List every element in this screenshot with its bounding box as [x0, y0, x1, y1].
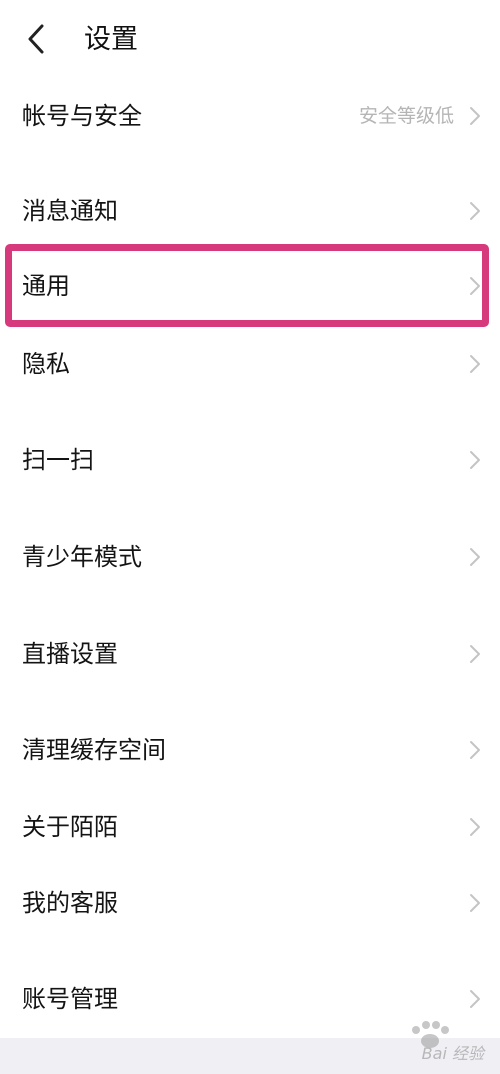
watermark: Bai 经验	[380, 1020, 484, 1066]
settings-row-account-security[interactable]: 帐号与安全 安全等级低	[0, 83, 500, 149]
row-label: 我的客服	[22, 889, 118, 917]
back-button[interactable]	[22, 22, 54, 56]
chevron-right-icon	[470, 277, 480, 295]
chevron-right-icon	[470, 990, 480, 1008]
chevron-right-icon	[470, 107, 480, 125]
row-label: 扫一扫	[22, 446, 94, 474]
chevron-right-icon	[470, 451, 480, 469]
header-bar: 设置	[0, 0, 500, 80]
watermark-text: Bai 经验	[421, 1044, 484, 1063]
page-title: 设置	[84, 24, 138, 55]
settings-row-notifications[interactable]: 消息通知	[0, 178, 500, 244]
chevron-right-icon	[470, 645, 480, 663]
settings-row-live-settings[interactable]: 直播设置	[0, 621, 500, 687]
chevron-left-icon	[28, 24, 44, 54]
row-label: 关于陌陌	[22, 813, 118, 841]
row-label: 清理缓存空间	[22, 736, 166, 764]
row-label: 通用	[22, 272, 70, 300]
row-label: 青少年模式	[22, 543, 142, 571]
settings-row-scan[interactable]: 扫一扫	[0, 427, 500, 493]
chevron-right-icon	[470, 818, 480, 836]
chevron-right-icon	[470, 894, 480, 912]
security-level-value: 安全等级低	[358, 105, 454, 127]
settings-row-general[interactable]: 通用	[0, 253, 500, 319]
settings-row-privacy[interactable]: 隐私	[0, 331, 500, 397]
chevron-right-icon	[470, 202, 480, 220]
row-label: 直播设置	[22, 640, 118, 668]
row-label: 账号管理	[22, 985, 118, 1013]
row-label: 消息通知	[22, 197, 118, 225]
settings-row-about[interactable]: 关于陌陌	[0, 794, 500, 860]
settings-row-clear-cache[interactable]: 清理缓存空间	[0, 717, 500, 783]
settings-row-teen-mode[interactable]: 青少年模式	[0, 524, 500, 590]
chevron-right-icon	[470, 355, 480, 373]
settings-row-customer-service[interactable]: 我的客服	[0, 870, 500, 936]
chevron-right-icon	[470, 741, 480, 759]
row-label: 帐号与安全	[22, 102, 142, 130]
row-label: 隐私	[22, 350, 70, 378]
chevron-right-icon	[470, 548, 480, 566]
